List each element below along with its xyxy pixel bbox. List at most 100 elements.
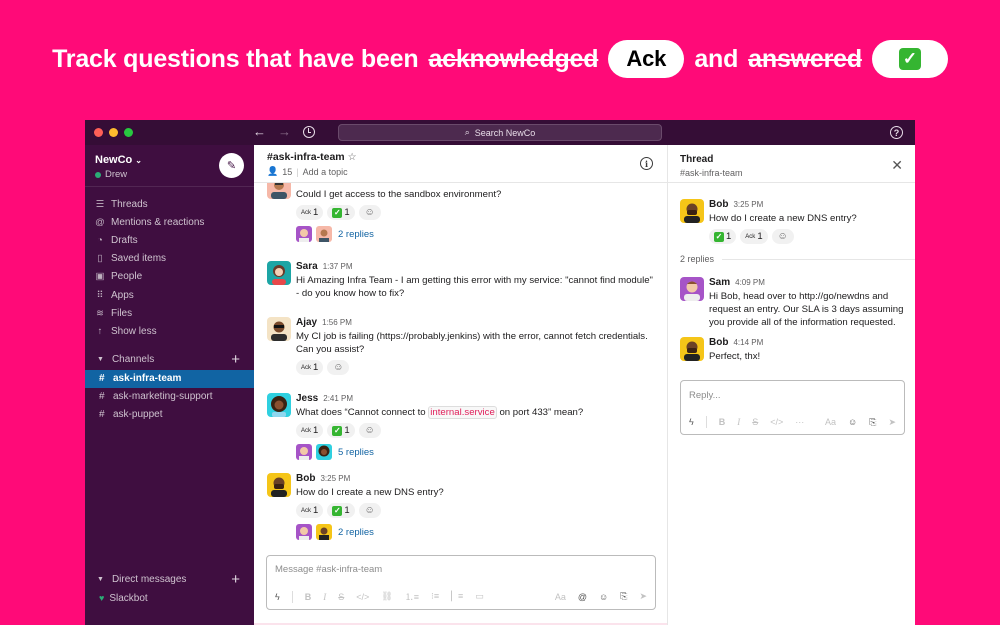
search-bar[interactable]: ⌕ Search NewCo (338, 124, 662, 141)
strikethrough-icon[interactable]: S (752, 417, 758, 427)
sidebar-item-threads[interactable]: ☰ Threads (85, 195, 254, 213)
replies-link[interactable]: 2 replies (338, 229, 374, 240)
back-arrow-icon[interactable]: ← (253, 124, 266, 139)
emoji-icon[interactable]: ☺ (599, 592, 608, 602)
reaction-check[interactable]: ✓ 1 (327, 205, 355, 220)
more-icon[interactable]: ··· (795, 417, 804, 427)
member-count[interactable]: 15 (282, 167, 292, 177)
code-icon[interactable]: </> (356, 592, 369, 602)
send-icon[interactable]: ➤ (888, 417, 896, 428)
author-name[interactable]: Sam (709, 277, 730, 288)
send-icon[interactable]: ➤ (639, 591, 647, 602)
reaction-ack[interactable]: Ack 1 (296, 205, 324, 220)
help-icon[interactable]: ? (890, 126, 903, 139)
bold-icon[interactable]: B (719, 417, 726, 427)
sidebar-item-mentions[interactable]: @ Mentions & reactions (85, 213, 254, 231)
reaction-check[interactable]: ✓ 1 (327, 503, 355, 518)
add-reaction-button[interactable]: ☺ (358, 503, 381, 518)
code-icon[interactable]: </> (770, 417, 783, 427)
replies-link[interactable]: 5 replies (338, 447, 374, 458)
channel-ask-marketing-support[interactable]: # ask-marketing-support (85, 388, 254, 406)
replies-link[interactable]: 2 replies (338, 527, 374, 538)
avatar[interactable] (267, 393, 291, 417)
sidebar-item-drafts[interactable]: ◔ Drafts (85, 231, 254, 249)
shortcuts-lightning-icon[interactable]: ϟ (689, 417, 694, 427)
timestamp[interactable]: 3:25 PM (733, 200, 763, 209)
formatting-aa-icon[interactable]: Aa (555, 592, 566, 602)
attachment-icon[interactable]: ⎘ (869, 417, 876, 428)
dm-slackbot[interactable]: ♥ Slackbot (85, 589, 254, 607)
sidebar-item-files[interactable]: ≋ Files (85, 304, 254, 322)
avatar[interactable] (267, 473, 291, 497)
timestamp[interactable]: 4:14 PM (733, 338, 763, 347)
message-composer[interactable]: Message #ask-infra-team ϟ B I S </> ⛓ ⒈≡… (266, 555, 656, 610)
link-icon[interactable]: ⛓ (381, 591, 392, 602)
reaction-ack[interactable]: Ack 1 (296, 423, 324, 438)
reaction-ack[interactable]: Ack 1 (740, 229, 768, 244)
bold-icon[interactable]: B (305, 592, 312, 602)
author-name[interactable]: Ajay (296, 317, 317, 328)
sidebar-item-apps[interactable]: ⠿ Apps (85, 286, 254, 304)
channel-title[interactable]: #ask-infra-team ☆ (267, 151, 654, 163)
members-icon[interactable]: 👤 (267, 166, 278, 177)
reply-composer[interactable]: Reply... ϟ B I S </> ··· Aa ☺ ⎘ ➤ (680, 380, 905, 435)
timestamp[interactable]: 1:56 PM (322, 318, 352, 327)
avatar[interactable] (267, 261, 291, 285)
timestamp[interactable]: 1:37 PM (323, 262, 353, 271)
mention-at-icon[interactable]: @ (578, 592, 587, 602)
info-icon[interactable]: i (640, 157, 653, 170)
avatar[interactable] (680, 199, 704, 223)
author-name[interactable]: Jess (296, 393, 318, 404)
channel-ask-puppet[interactable]: # ask-puppet (85, 406, 254, 424)
add-topic-link[interactable]: Add a topic (303, 167, 348, 177)
add-reaction-button[interactable]: ☺ (771, 229, 794, 244)
add-reaction-button[interactable]: ☺ (358, 205, 381, 220)
reaction-ack[interactable]: Ack 1 (296, 360, 324, 375)
thread-replies[interactable]: 2 replies (296, 524, 657, 540)
bulleted-list-icon[interactable]: ⁝≡ (431, 591, 439, 602)
star-icon[interactable]: ☆ (348, 152, 357, 163)
reaction-check[interactable]: ✓ 1 (327, 423, 355, 438)
add-dm-icon[interactable]: + (231, 571, 240, 588)
avatar[interactable] (680, 277, 704, 301)
thread-channel[interactable]: #ask-infra-team (680, 168, 903, 178)
forward-arrow-icon[interactable]: → (278, 124, 291, 139)
add-channel-icon[interactable]: + (231, 351, 240, 368)
sidebar-item-show-less[interactable]: ↑ Show less (85, 322, 254, 340)
author-name[interactable]: Bob (296, 473, 315, 484)
timestamp[interactable]: 2:41 PM (323, 394, 353, 403)
minimize-window-button[interactable] (109, 128, 118, 137)
strikethrough-icon[interactable]: S (338, 592, 344, 602)
thread-replies[interactable]: 2 replies (296, 226, 657, 242)
sidebar-item-people[interactable]: ▣ People (85, 268, 254, 286)
dm-section-header[interactable]: ▼ Direct messages + (85, 569, 254, 589)
sidebar-item-saved[interactable]: ▯ Saved items (85, 250, 254, 268)
avatar[interactable] (680, 337, 704, 361)
close-icon[interactable]: ✕ (891, 157, 903, 174)
timestamp[interactable]: 3:25 PM (320, 474, 350, 483)
italic-icon[interactable]: I (737, 417, 740, 427)
author-name[interactable]: Bob (709, 337, 728, 348)
add-reaction-button[interactable]: ☺ (358, 423, 381, 438)
channel-ask-infra-team[interactable]: # ask-infra-team (85, 369, 254, 388)
reaction-check[interactable]: ✓ 1 (709, 229, 737, 244)
italic-icon[interactable]: I (323, 592, 326, 602)
code-block-icon[interactable]: ▭ (475, 591, 484, 602)
channels-section-header[interactable]: ▼ Channels + (85, 350, 254, 370)
avatar[interactable] (267, 317, 291, 341)
thread-replies[interactable]: 5 replies (296, 444, 657, 460)
shortcuts-lightning-icon[interactable]: ϟ (275, 592, 280, 602)
author-name[interactable]: Bob (709, 199, 728, 210)
attachment-icon[interactable]: ⎘ (620, 591, 627, 602)
compose-button[interactable]: ✎ (219, 153, 244, 178)
emoji-icon[interactable]: ☺ (848, 417, 857, 427)
history-clock-icon[interactable] (303, 125, 315, 138)
ordered-list-icon[interactable]: ⒈≡ (405, 590, 419, 603)
blockquote-icon[interactable]: ▏≡ (451, 591, 463, 602)
timestamp[interactable]: 4:09 PM (735, 278, 765, 287)
workspace-header[interactable]: NewCo ⌄ Drew ✎ (85, 145, 254, 187)
add-reaction-button[interactable]: ☺ (327, 360, 350, 375)
close-window-button[interactable] (94, 128, 103, 137)
author-name[interactable]: Sara (296, 261, 318, 272)
maximize-window-button[interactable] (124, 128, 133, 137)
